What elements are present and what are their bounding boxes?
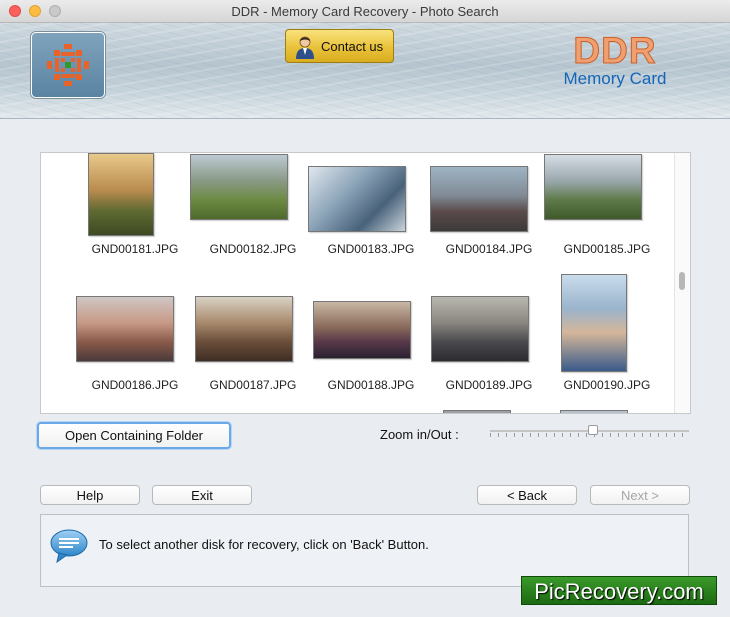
- back-button[interactable]: < Back: [477, 485, 577, 505]
- photo-thumbnail[interactable]: [560, 410, 628, 413]
- photo-thumbnail[interactable]: [430, 166, 528, 232]
- photo-filename: GND00190.JPG: [563, 378, 651, 392]
- contact-us-label: Contact us: [321, 39, 384, 54]
- photo-thumbnail[interactable]: [88, 153, 154, 236]
- app-logo: [31, 32, 105, 98]
- photo-thumbnail[interactable]: [544, 154, 642, 220]
- zoom-slider-knob[interactable]: [588, 425, 598, 435]
- contact-us-button[interactable]: Contact us: [285, 29, 394, 63]
- photo-filename: GND00183.JPG: [327, 242, 415, 256]
- photo-thumbnail[interactable]: [308, 166, 406, 232]
- photo-thumbnail[interactable]: [561, 274, 627, 372]
- photo-filename: GND00189.JPG: [445, 378, 533, 392]
- photo-thumbnail[interactable]: [76, 296, 174, 362]
- photo-thumbnail[interactable]: [443, 410, 511, 413]
- title-bar: DDR - Memory Card Recovery - Photo Searc…: [0, 0, 730, 23]
- header-banner: Contact us DDR Memory Card: [0, 23, 730, 119]
- zoom-slider[interactable]: [490, 424, 689, 440]
- photo-filename: GND00187.JPG: [209, 378, 297, 392]
- photo-filename: GND00186.JPG: [91, 378, 179, 392]
- person-icon: [296, 36, 314, 59]
- info-message: To select another disk for recovery, cli…: [99, 537, 429, 552]
- exit-button[interactable]: Exit: [152, 485, 252, 505]
- app-logo-icon: [47, 44, 89, 86]
- scrollbar-thumb[interactable]: [679, 272, 685, 290]
- photo-filename: GND00181.JPG: [91, 242, 179, 256]
- photo-filename: GND00182.JPG: [209, 242, 297, 256]
- brand-name: DDR: [573, 30, 657, 71]
- photo-thumbnail[interactable]: [313, 301, 411, 359]
- gallery-scrollbar[interactable]: [674, 153, 690, 413]
- photo-thumbnail[interactable]: [195, 296, 293, 362]
- photo-gallery[interactable]: GND00181.JPG GND00182.JPG GND00183.JPG G…: [40, 152, 691, 414]
- photo-thumbnail[interactable]: [190, 154, 288, 220]
- photo-thumbnail[interactable]: [431, 296, 529, 362]
- photo-filename: GND00185.JPG: [563, 242, 651, 256]
- brand-logo: DDR Memory Card: [555, 30, 675, 89]
- open-containing-folder-button[interactable]: Open Containing Folder: [37, 422, 231, 449]
- zoom-label: Zoom in/Out :: [380, 427, 459, 442]
- app-window: DDR - Memory Card Recovery - Photo Searc…: [0, 0, 730, 617]
- help-button[interactable]: Help: [40, 485, 140, 505]
- window-title: DDR - Memory Card Recovery - Photo Searc…: [231, 4, 499, 19]
- next-button[interactable]: Next >: [590, 485, 690, 505]
- speech-bubble-icon: [50, 529, 88, 564]
- brand-product: Memory Card: [563, 69, 667, 88]
- photo-filename: GND00184.JPG: [445, 242, 533, 256]
- watermark-logo: PicRecovery.com: [521, 576, 717, 605]
- photo-filename: GND00188.JPG: [327, 378, 415, 392]
